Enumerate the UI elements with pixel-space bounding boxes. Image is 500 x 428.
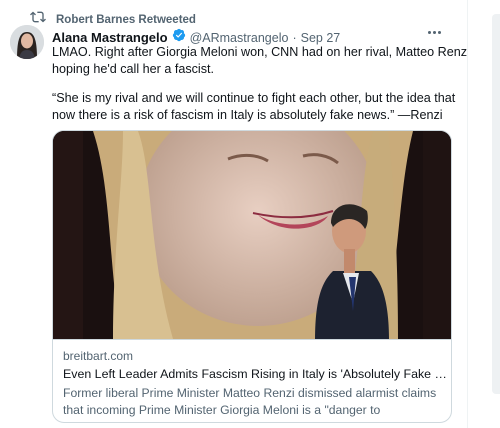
avatar[interactable] bbox=[10, 25, 44, 59]
card-image[interactable] bbox=[53, 131, 451, 339]
retweet-context[interactable]: Robert Barnes Retweeted bbox=[30, 9, 196, 30]
tweet-text-line: hoping he'd call her a fascist. bbox=[52, 62, 215, 76]
handle[interactable]: @ARmastrangelo bbox=[190, 31, 289, 45]
tweet[interactable]: Robert Barnes Retweeted Alana Mastrangel… bbox=[0, 0, 474, 428]
card-domain: breitbart.com bbox=[63, 349, 134, 363]
link-card[interactable]: breitbart.com Even Left Leader Admits Fa… bbox=[52, 130, 452, 423]
page: Robert Barnes Retweeted Alana Mastrangel… bbox=[0, 0, 500, 428]
tweet-text-line: now there is a risk of fascism in Italy … bbox=[52, 108, 443, 122]
more-icon[interactable] bbox=[424, 24, 444, 40]
card-description: Former liberal Prime Minister Matteo Ren… bbox=[63, 385, 448, 422]
card-body[interactable]: breitbart.com Even Left Leader Admits Fa… bbox=[53, 339, 451, 422]
scroll-rail[interactable] bbox=[492, 14, 500, 394]
retweet-label: Robert Barnes Retweeted bbox=[56, 13, 196, 26]
tweet-text-line: LMAO. Right after Giorgia Meloni won, CN… bbox=[52, 45, 474, 59]
display-name[interactable]: Alana Mastrangelo bbox=[52, 30, 168, 45]
right-column bbox=[467, 0, 500, 428]
card-description-line: that incoming Prime Minister Giorgia Mel… bbox=[63, 403, 381, 422]
tweet-text-line: “She is my rival and we will continue to… bbox=[52, 91, 456, 105]
timestamp[interactable]: Sep 27 bbox=[301, 31, 341, 45]
separator-dot: · bbox=[292, 30, 297, 45]
card-title[interactable]: Even Left Leader Admits Fascism Rising i… bbox=[63, 367, 448, 381]
card-description-line: Former liberal Prime Minister Matteo Ren… bbox=[63, 386, 437, 400]
